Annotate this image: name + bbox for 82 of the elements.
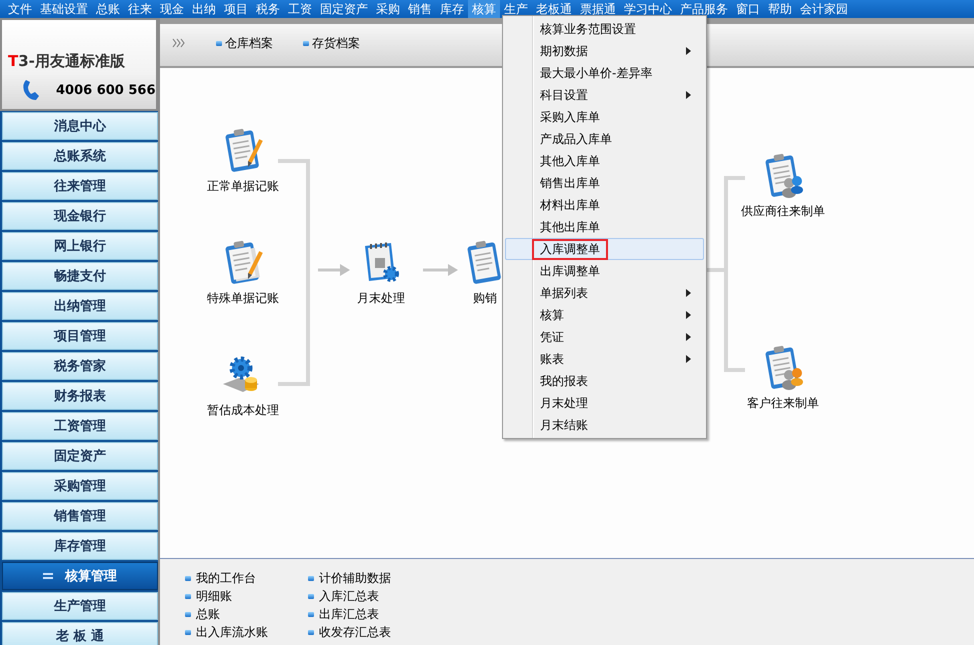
sidebar-item[interactable]: 往来管理 xyxy=(2,172,158,200)
menu-bar-item[interactable]: 产品服务 xyxy=(676,0,732,18)
quick-link[interactable]: 明细账 xyxy=(185,587,268,605)
node-label[interactable]: 特殊单据记账 xyxy=(207,290,279,307)
quick-link[interactable]: 收发存汇总表 xyxy=(308,623,391,641)
sidebar-item[interactable]: 项目管理 xyxy=(2,322,158,350)
quick-link[interactable]: 我的工作台 xyxy=(185,569,268,587)
menu-bar-item[interactable]: 工资 xyxy=(284,0,316,18)
menu-bar-item[interactable]: 生产 xyxy=(500,0,532,18)
menu-item[interactable]: 核算业务范围设置 xyxy=(505,18,704,40)
product-logo: T3-用友通标准版 xyxy=(7,52,126,71)
phone-icon xyxy=(22,79,40,101)
menu-bar-item[interactable]: 学习中心 xyxy=(620,0,676,18)
toolbar-link[interactable]: 仓库档案 xyxy=(216,34,273,52)
menu-item[interactable]: 科目设置 xyxy=(505,84,704,106)
menu-item[interactable]: 我的报表 xyxy=(505,370,704,392)
quick-link[interactable]: 出入库流水账 xyxy=(185,623,268,641)
menu-item[interactable]: 核算 xyxy=(505,304,704,326)
menu-bar-item[interactable]: 现金 xyxy=(156,0,188,18)
menu-item[interactable]: 出库调整单 xyxy=(505,260,704,282)
sidebar-item[interactable]: 库存管理 xyxy=(2,532,158,560)
menu-item[interactable]: 单据列表 xyxy=(505,282,704,304)
sidebar-item[interactable]: 销售管理 xyxy=(2,502,158,530)
menu-item[interactable]: 凭证 xyxy=(505,326,704,348)
sidebar-item[interactable]: 核算管理 xyxy=(2,562,158,590)
menu-bar-item[interactable]: 税务 xyxy=(252,0,284,18)
phone-number: 4006 600 566 xyxy=(56,82,156,98)
node-label[interactable]: 正常单据记账 xyxy=(207,178,279,195)
menu-item[interactable]: 月末处理 xyxy=(505,392,704,414)
menu-bar-item[interactable]: 帮助 xyxy=(764,0,796,18)
quick-link[interactable]: 入库汇总表 xyxy=(308,587,391,605)
sidebar-item[interactable]: 工资管理 xyxy=(2,412,158,440)
menu-bar-item[interactable]: 窗口 xyxy=(732,0,764,18)
menu-item[interactable]: 其他入库单 xyxy=(505,150,704,172)
sidebar-item[interactable]: 财务报表 xyxy=(2,382,158,410)
sidebar-item[interactable]: 采购管理 xyxy=(2,472,158,500)
menu-bar-item[interactable]: 采购 xyxy=(372,0,404,18)
menu-bar-item[interactable]: 会计家园 xyxy=(796,0,852,18)
menu-item[interactable]: 采购入库单 xyxy=(505,106,704,128)
menu-item[interactable]: 材料出库单 xyxy=(505,194,704,216)
menu-item[interactable]: 账表 xyxy=(505,348,704,370)
sidebar-item[interactable]: 生产管理 xyxy=(2,592,158,620)
quick-link[interactable]: 出库汇总表 xyxy=(308,605,391,623)
arrow xyxy=(423,264,458,276)
sidebar-item[interactable]: 出纳管理 xyxy=(2,292,158,320)
menu-item[interactable]: 月末结账 xyxy=(505,414,704,436)
chevrons-icon[interactable] xyxy=(172,38,186,48)
sidebar-item[interactable]: 固定资产 xyxy=(2,442,158,470)
sidebar-item[interactable]: 税务管家 xyxy=(2,352,158,380)
menu-item[interactable]: 最大最小单价-差异率 xyxy=(505,62,704,84)
menu-item[interactable]: 销售出库单 xyxy=(505,172,704,194)
menu-bar-item[interactable]: 票据通 xyxy=(576,0,620,18)
menu-item[interactable]: 入库调整单 xyxy=(505,238,704,260)
quick-link[interactable]: 计价辅助数据 xyxy=(308,569,391,587)
menu-bar-item[interactable]: 往来 xyxy=(124,0,156,18)
menu-item[interactable]: 其他出库单 xyxy=(505,216,704,238)
node-label[interactable]: 供应商往来制单 xyxy=(741,203,825,220)
sidebar-item[interactable]: 消息中心 xyxy=(2,112,158,140)
sidebar-item[interactable]: 现金银行 xyxy=(2,202,158,230)
menu-bar-item[interactable]: 固定资产 xyxy=(316,0,372,18)
quick-link[interactable]: 总账 xyxy=(185,605,268,623)
menu-bar-item[interactable]: 基础设置 xyxy=(36,0,92,18)
node-label[interactable]: 购销 xyxy=(473,290,497,307)
arrow xyxy=(318,264,350,276)
node-label[interactable]: 暂估成本处理 xyxy=(207,402,279,419)
node-label[interactable]: 月末处理 xyxy=(357,290,405,307)
menu-item[interactable]: 期初数据 xyxy=(505,40,704,62)
list-icon xyxy=(43,572,53,580)
menu-bar-item[interactable]: 文件 xyxy=(4,0,36,18)
menu-bar-item[interactable]: 库存 xyxy=(436,0,468,18)
sidebar-item[interactable]: 老 板 通 xyxy=(2,622,158,645)
menu-bar-item[interactable]: 项目 xyxy=(220,0,252,18)
sidebar-item[interactable]: 网上银行 xyxy=(2,232,158,260)
menu-bar-item[interactable]: 出纳 xyxy=(188,0,220,18)
menu-bar-item[interactable]: 销售 xyxy=(404,0,436,18)
sidebar-item[interactable]: 畅捷支付 xyxy=(2,262,158,290)
menu-bar-item[interactable]: 总账 xyxy=(92,0,124,18)
toolbar-link[interactable]: 存货档案 xyxy=(303,34,360,52)
menu-item[interactable]: 产成品入库单 xyxy=(505,128,704,150)
sidebar-item[interactable]: 总账系统 xyxy=(2,142,158,170)
menu-bar-item[interactable]: 老板通 xyxy=(532,0,576,18)
node-label[interactable]: 客户往来制单 xyxy=(747,395,819,412)
